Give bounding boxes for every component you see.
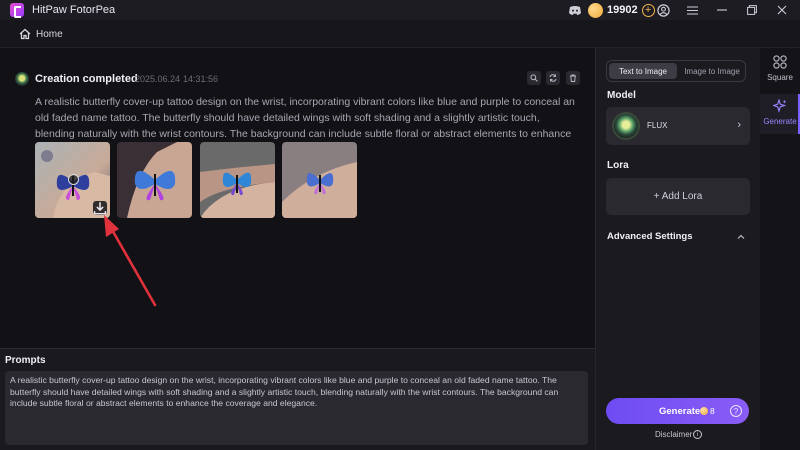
chevron-up-icon[interactable] bbox=[737, 234, 745, 240]
help-icon[interactable]: ? bbox=[730, 405, 742, 417]
account-icon[interactable] bbox=[655, 2, 671, 18]
settings-panel: Text to Image Image to Image Model FLUX … bbox=[595, 48, 760, 450]
coin-balance[interactable]: 19902 + bbox=[588, 2, 655, 18]
discord-icon[interactable] bbox=[567, 2, 583, 18]
add-lora-button[interactable]: + Add Lora bbox=[606, 178, 750, 215]
generate-label: Generate bbox=[659, 406, 701, 417]
rail-label-generate: Generate bbox=[763, 117, 797, 126]
result-image-4[interactable] bbox=[282, 142, 357, 218]
coin-count: 19902 bbox=[607, 4, 638, 16]
result-image-3[interactable] bbox=[200, 142, 275, 218]
minimize-icon[interactable] bbox=[714, 2, 730, 18]
magnify-icon bbox=[530, 74, 538, 82]
side-rail: Square Generate bbox=[760, 48, 800, 450]
breadcrumb: Home bbox=[0, 20, 800, 48]
sparkle-icon bbox=[773, 99, 787, 113]
square-grid-icon bbox=[773, 55, 787, 69]
prompts-text[interactable]: A realistic butterfly cover-up tattoo de… bbox=[5, 371, 588, 445]
download-icon bbox=[93, 202, 107, 215]
coin-icon bbox=[588, 2, 603, 18]
delete-button[interactable] bbox=[566, 71, 580, 85]
home-link[interactable]: Home bbox=[36, 29, 63, 40]
rail-label-square: Square bbox=[767, 73, 793, 82]
rail-item-generate[interactable]: Generate bbox=[760, 94, 800, 134]
app-title: HitPaw FotorPea bbox=[32, 4, 116, 16]
app-logo-icon bbox=[10, 3, 24, 18]
model-label: Model bbox=[607, 90, 636, 101]
info-icon[interactable]: i bbox=[693, 430, 702, 439]
model-avatar-icon bbox=[15, 72, 29, 86]
menu-icon[interactable] bbox=[684, 2, 700, 18]
creation-date: 2025.06.24 bbox=[135, 74, 181, 84]
generate-cost: 8 bbox=[710, 406, 715, 416]
mode-switch: Text to Image Image to Image bbox=[606, 60, 746, 82]
trash-icon bbox=[570, 74, 576, 82]
tab-image-to-image[interactable]: Image to Image bbox=[679, 63, 745, 79]
creation-time: 14:31:56 bbox=[183, 74, 219, 84]
coin-icon bbox=[700, 407, 708, 415]
refresh-icon bbox=[549, 74, 557, 82]
generate-button[interactable]: Generate 8 ? bbox=[606, 398, 749, 424]
model-selector[interactable]: FLUX › bbox=[606, 107, 750, 145]
flux-model-icon bbox=[614, 114, 638, 138]
title-bar: HitPaw FotorPea 19902 + bbox=[0, 0, 800, 20]
model-name: FLUX bbox=[647, 121, 668, 130]
regenerate-button[interactable] bbox=[546, 71, 560, 85]
advanced-settings-toggle[interactable]: Advanced Settings bbox=[607, 231, 693, 242]
result-image-2[interactable] bbox=[117, 142, 192, 218]
lora-label: Lora bbox=[607, 160, 629, 171]
close-icon[interactable] bbox=[774, 2, 790, 18]
chevron-right-icon: › bbox=[737, 119, 741, 131]
result-image-1[interactable] bbox=[35, 142, 110, 218]
maximize-icon[interactable] bbox=[744, 2, 760, 18]
creation-title: Creation completed bbox=[35, 73, 138, 85]
prompts-title: Prompts bbox=[5, 355, 46, 366]
rail-item-square[interactable]: Square bbox=[760, 50, 800, 90]
download-button[interactable] bbox=[93, 201, 107, 215]
add-coins-icon[interactable]: + bbox=[641, 3, 655, 17]
preview-icon[interactable] bbox=[68, 174, 79, 185]
disclaimer-link[interactable]: Disclaimer bbox=[655, 430, 692, 439]
main-area: Creation completed 2025.06.24 14:31:56 A… bbox=[0, 48, 595, 348]
prompts-panel: Prompts A realistic butterfly cover-up t… bbox=[0, 348, 595, 450]
tab-text-to-image[interactable]: Text to Image bbox=[609, 63, 677, 79]
home-icon[interactable] bbox=[19, 28, 31, 40]
zoom-button[interactable] bbox=[527, 71, 541, 85]
